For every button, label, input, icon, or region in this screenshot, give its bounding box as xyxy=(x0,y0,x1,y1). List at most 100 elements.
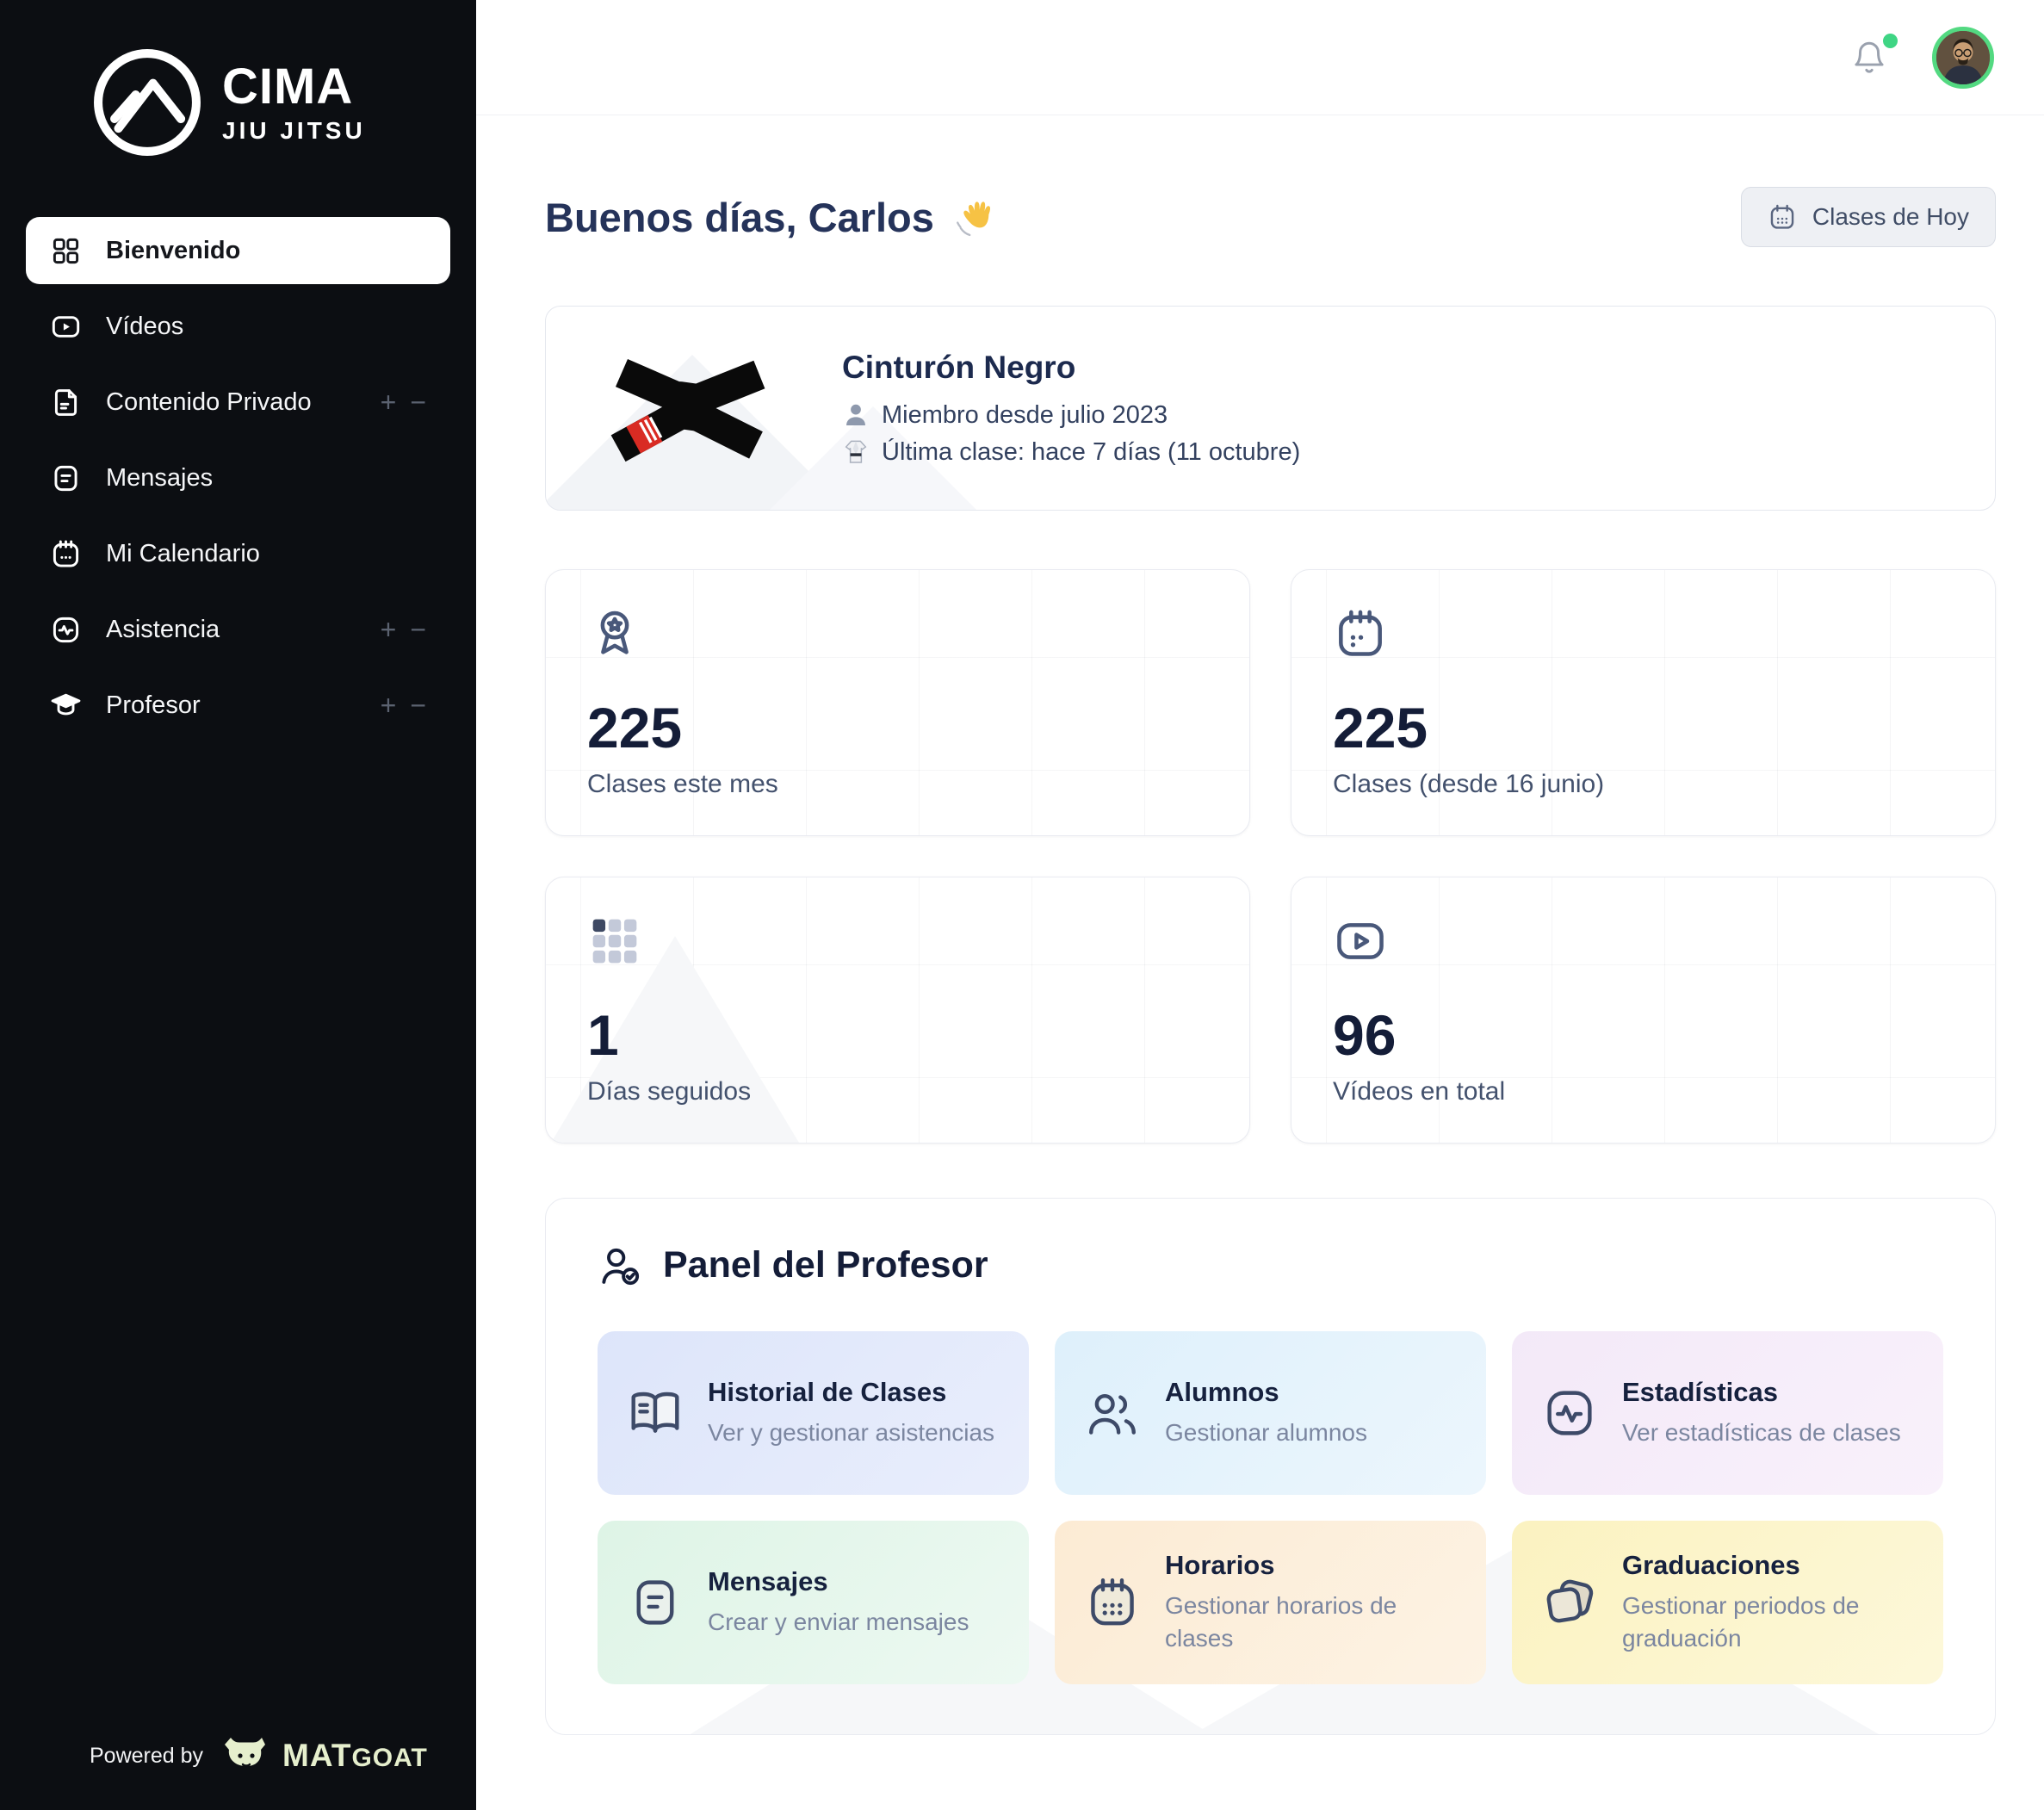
video-play-icon xyxy=(50,311,82,343)
avatar-photo xyxy=(1936,31,1990,84)
sidebar-item-profesor[interactable]: Profesor + − xyxy=(26,672,450,739)
calendar-icon xyxy=(1768,202,1797,232)
sidebar-item-contenido-privado[interactable]: Contenido Privado + − xyxy=(26,369,450,436)
file-document-icon xyxy=(50,387,82,418)
action-card-subtitle: Ver y gestionar asistencias xyxy=(708,1416,994,1449)
sidebar-item-videos[interactable]: Vídeos xyxy=(26,293,450,360)
action-card-title: Horarios xyxy=(1165,1550,1457,1581)
notification-dot xyxy=(1883,34,1898,48)
graduation-cap-icon xyxy=(50,690,82,722)
sidebar-item-label: Asistencia xyxy=(106,616,220,644)
mountain-circle-icon xyxy=(90,45,205,160)
sidebar-nav: Bienvenido Vídeos Contenido Privado + − xyxy=(0,217,476,739)
action-card-subtitle: Gestionar alumnos xyxy=(1165,1416,1367,1449)
action-card-estadisticas[interactable]: Estadísticas Ver estadísticas de clases xyxy=(1512,1331,1943,1495)
user-avatar[interactable] xyxy=(1932,27,1994,89)
sidebar-item-label: Bienvenido xyxy=(106,237,240,265)
action-card-alumnos[interactable]: Alumnos Gestionar alumnos xyxy=(1055,1331,1486,1495)
action-card-title: Historial de Clases xyxy=(708,1377,994,1408)
user-bust-icon xyxy=(842,401,870,429)
stat-card-clases-desde-junio: 225 Clases (desde 16 junio) xyxy=(1291,569,1996,836)
last-class-line: Última clase: hace 7 días (11 octubre) xyxy=(842,438,1300,467)
streak-grid-icon xyxy=(587,914,642,969)
stat-card-videos-total: 96 Vídeos en total xyxy=(1291,877,1996,1144)
goat-icon xyxy=(224,1736,269,1776)
action-card-horarios[interactable]: Horarios Gestionar horarios de clases xyxy=(1055,1521,1486,1684)
stat-card-dias-seguidos: 1 Días seguidos xyxy=(545,877,1250,1144)
expand-plus-button[interactable]: + xyxy=(381,691,397,719)
stat-label: Clases este mes xyxy=(587,770,1208,799)
action-card-graduaciones[interactable]: Graduaciones Gestionar periodos de gradu… xyxy=(1512,1521,1943,1684)
activity-icon xyxy=(50,614,82,646)
waving-hand-emoji xyxy=(951,197,996,242)
award-icon xyxy=(587,606,642,661)
users-icon xyxy=(1084,1385,1141,1441)
calendar-icon xyxy=(50,538,82,570)
action-card-subtitle: Ver estadísticas de clases xyxy=(1622,1416,1901,1449)
stat-value: 225 xyxy=(587,699,1208,756)
dashboard-grid-icon xyxy=(50,235,82,267)
powered-by-label: Powered by xyxy=(90,1744,203,1769)
action-card-subtitle: Gestionar periodos de graduación xyxy=(1622,1590,1914,1655)
action-card-title: Estadísticas xyxy=(1622,1377,1901,1408)
panel-title: Panel del Profesor xyxy=(663,1244,988,1286)
stat-label: Vídeos en total xyxy=(1333,1077,1954,1106)
action-card-historial-de-clases[interactable]: Historial de Clases Ver y gestionar asis… xyxy=(598,1331,1029,1495)
stat-value: 96 xyxy=(1333,1007,1954,1063)
expand-plus-button[interactable]: + xyxy=(381,616,397,643)
bell-icon xyxy=(1851,39,1887,77)
teacher-panel: Panel del Profesor Historial de Clases V… xyxy=(545,1198,1996,1735)
topbar xyxy=(476,0,2044,115)
stats-grid: 225 Clases este mes 225 Clases (desde 16… xyxy=(545,569,1996,1144)
page-content: Buenos días, Carlos Clases de Hoy xyxy=(476,115,2044,1770)
collapse-minus-button[interactable]: − xyxy=(410,388,426,416)
stacked-cards-icon xyxy=(1541,1574,1598,1631)
calendar-icon xyxy=(1333,606,1388,661)
sidebar-item-asistencia[interactable]: Asistencia + − xyxy=(26,596,450,663)
stats-activity-icon xyxy=(1541,1385,1598,1441)
stat-card-clases-este-mes: 225 Clases este mes xyxy=(545,569,1250,836)
collapse-minus-button[interactable]: − xyxy=(410,691,426,719)
karate-gi-icon xyxy=(842,438,870,466)
sidebar-item-label: Mensajes xyxy=(106,464,213,493)
main-area: Buenos días, Carlos Clases de Hoy xyxy=(476,0,2044,1810)
sidebar-item-bienvenido[interactable]: Bienvenido xyxy=(26,217,450,284)
user-check-icon xyxy=(598,1243,642,1288)
brand-name: CIMA xyxy=(222,62,366,112)
page-title: Buenos días, Carlos xyxy=(545,192,996,242)
sidebar-item-label: Profesor xyxy=(106,691,201,720)
brand-logo: CIMA JIU JITSU xyxy=(0,0,476,160)
action-card-title: Alumnos xyxy=(1165,1377,1367,1408)
action-card-title: Mensajes xyxy=(708,1566,969,1597)
stat-label: Días seguidos xyxy=(587,1077,1208,1106)
belt-card: Cinturón Negro Miembro desde julio 2023 … xyxy=(545,306,1996,511)
schedule-calendar-icon xyxy=(1084,1574,1141,1631)
sidebar-item-label: Vídeos xyxy=(106,313,183,341)
expand-plus-button[interactable]: + xyxy=(381,388,397,416)
message-icon xyxy=(627,1574,684,1631)
belt-title: Cinturón Negro xyxy=(842,350,1300,386)
member-since-line: Miembro desde julio 2023 xyxy=(842,401,1300,430)
today-classes-button[interactable]: Clases de Hoy xyxy=(1741,187,1996,247)
black-belt-image xyxy=(587,341,790,475)
stat-value: 225 xyxy=(1333,699,1954,756)
powered-by-matgoat[interactable]: Powered by MATGOAT xyxy=(0,1736,476,1810)
video-icon xyxy=(1333,914,1388,969)
stat-label: Clases (desde 16 junio) xyxy=(1333,770,1954,799)
message-icon xyxy=(50,462,82,494)
sidebar: CIMA JIU JITSU Bienvenido Vídeos xyxy=(0,0,476,1810)
collapse-minus-button[interactable]: − xyxy=(410,616,426,643)
stat-value: 1 xyxy=(587,1007,1208,1063)
sidebar-item-mi-calendario[interactable]: Mi Calendario xyxy=(26,520,450,587)
action-card-mensajes[interactable]: Mensajes Crear y enviar mensajes xyxy=(598,1521,1029,1684)
action-card-title: Graduaciones xyxy=(1622,1550,1914,1581)
notifications-button[interactable] xyxy=(1851,39,1887,77)
brand-subname: JIU JITSU xyxy=(222,119,366,143)
book-open-icon xyxy=(627,1385,684,1441)
action-card-subtitle: Crear y enviar mensajes xyxy=(708,1606,969,1639)
action-card-subtitle: Gestionar horarios de clases xyxy=(1165,1590,1457,1655)
sidebar-item-mensajes[interactable]: Mensajes xyxy=(26,444,450,511)
matgoat-wordmark: MATGOAT xyxy=(282,1738,428,1774)
sidebar-item-label: Mi Calendario xyxy=(106,540,260,568)
sidebar-item-label: Contenido Privado xyxy=(106,388,312,417)
